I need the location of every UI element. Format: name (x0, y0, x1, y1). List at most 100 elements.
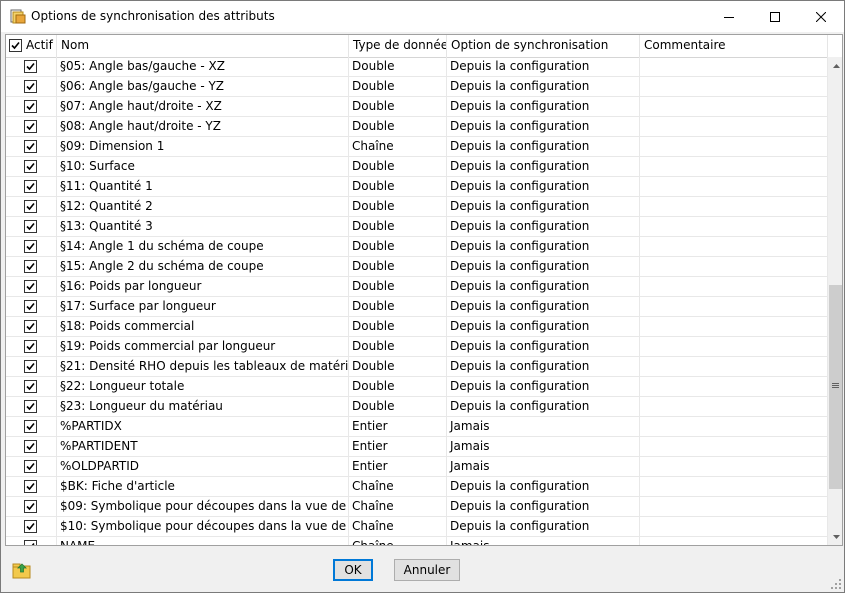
cell-nom[interactable]: §05: Angle bas/gauche - XZ (57, 57, 349, 76)
cell-type[interactable]: Double (349, 377, 447, 396)
cell-nom[interactable]: §08: Angle haut/droite - YZ (57, 117, 349, 136)
table-row[interactable]: §13: Quantité 3 Double Depuis la configura… (6, 217, 828, 237)
cell-nom[interactable]: §16: Poids par longueur (57, 277, 349, 296)
cell-comment[interactable] (640, 377, 828, 396)
cell-nom[interactable]: NAME (57, 537, 349, 545)
minimize-button[interactable] (706, 1, 752, 32)
cell-sync[interactable]: Depuis la configuration (447, 157, 640, 176)
cell-type[interactable]: Double (349, 217, 447, 236)
cell-nom[interactable]: §11: Quantité 1 (57, 177, 349, 196)
table-row[interactable]: §18: Poids commercial Double Depuis la con… (6, 317, 828, 337)
active-checkbox[interactable] (24, 140, 37, 153)
table-row[interactable]: §14: Angle 1 du schéma de coupe Double Dep… (6, 237, 828, 257)
active-checkbox[interactable] (24, 340, 37, 353)
table-row[interactable]: §10: Surface Double Depuis la configuratio… (6, 157, 828, 177)
active-checkbox[interactable] (24, 240, 37, 253)
cell-sync[interactable]: Depuis la configuration (447, 317, 640, 336)
table-row[interactable]: §12: Quantité 2 Double Depuis la configura… (6, 197, 828, 217)
cell-type[interactable]: Double (349, 317, 447, 336)
active-checkbox[interactable] (24, 540, 37, 545)
table-row[interactable]: §23: Longueur du matériau Double Depuis la… (6, 397, 828, 417)
table-row[interactable]: §07: Angle haut/droite - XZ Double Depuis … (6, 97, 828, 117)
column-header-sync[interactable]: Option de synchronisation (447, 35, 640, 57)
column-header-nom[interactable]: Nom (57, 35, 349, 57)
cell-comment[interactable] (640, 117, 828, 136)
cell-sync[interactable]: Depuis la configuration (447, 57, 640, 76)
cell-comment[interactable] (640, 97, 828, 116)
vertical-scrollbar[interactable] (828, 57, 842, 545)
active-checkbox[interactable] (24, 500, 37, 513)
cell-sync[interactable]: Depuis la configuration (447, 277, 640, 296)
cell-type[interactable]: Double (349, 177, 447, 196)
cell-comment[interactable] (640, 537, 828, 545)
active-checkbox[interactable] (24, 120, 37, 133)
cell-nom[interactable]: §13: Quantité 3 (57, 217, 349, 236)
cell-sync[interactable]: Depuis la configuration (447, 477, 640, 496)
cell-type[interactable]: Entier (349, 437, 447, 456)
cell-nom[interactable]: §17: Surface par longueur (57, 297, 349, 316)
active-checkbox[interactable] (24, 280, 37, 293)
cell-comment[interactable] (640, 497, 828, 516)
cell-comment[interactable] (640, 257, 828, 276)
cell-type[interactable]: Entier (349, 417, 447, 436)
cell-sync[interactable]: Jamais (447, 537, 640, 545)
cell-type[interactable]: Double (349, 157, 447, 176)
cell-comment[interactable] (640, 77, 828, 96)
cell-sync[interactable]: Depuis la configuration (447, 337, 640, 356)
cell-type[interactable]: Double (349, 277, 447, 296)
cell-type[interactable]: Double (349, 97, 447, 116)
cell-sync[interactable]: Depuis la configuration (447, 297, 640, 316)
cell-type[interactable]: Chaîne (349, 537, 447, 545)
table-row[interactable]: §09: Dimension 1 Chaîne Depuis la configur… (6, 137, 828, 157)
cell-type[interactable]: Entier (349, 457, 447, 476)
active-checkbox[interactable] (24, 440, 37, 453)
cell-comment[interactable] (640, 177, 828, 196)
cell-comment[interactable] (640, 357, 828, 376)
table-row[interactable]: %PARTIDENT Entier Jamais (6, 437, 828, 457)
cell-sync[interactable]: Depuis la configuration (447, 197, 640, 216)
cell-type[interactable]: Double (349, 77, 447, 96)
cell-sync[interactable]: Depuis la configuration (447, 237, 640, 256)
cell-nom[interactable]: §22: Longueur totale (57, 377, 349, 396)
active-checkbox[interactable] (24, 480, 37, 493)
resize-grip-icon[interactable] (830, 578, 842, 590)
active-checkbox[interactable] (24, 320, 37, 333)
table-row[interactable]: NAMEChaîneJamais (6, 537, 828, 545)
active-checkbox[interactable] (24, 520, 37, 533)
cell-nom[interactable]: §07: Angle haut/droite - XZ (57, 97, 349, 116)
active-checkbox[interactable] (24, 160, 37, 173)
open-folder-button[interactable] (10, 560, 34, 582)
cell-sync[interactable]: Depuis la configuration (447, 177, 640, 196)
cell-type[interactable]: Double (349, 117, 447, 136)
table-row[interactable]: §22: Longueur totale Double Depuis la conf… (6, 377, 828, 397)
active-checkbox[interactable] (24, 100, 37, 113)
active-checkbox[interactable] (24, 460, 37, 473)
cell-nom[interactable]: §18: Poids commercial (57, 317, 349, 336)
cell-comment[interactable] (640, 417, 828, 436)
cell-type[interactable]: Chaîne (349, 137, 447, 156)
cell-nom[interactable]: %PARTIDENT (57, 437, 349, 456)
select-all-checkbox[interactable] (9, 39, 22, 52)
maximize-button[interactable] (752, 1, 798, 32)
cell-sync[interactable]: Depuis la configuration (447, 77, 640, 96)
active-checkbox[interactable] (24, 380, 37, 393)
table-row[interactable]: §08: Angle haut/droite - YZ Double Depuis … (6, 117, 828, 137)
table-row[interactable]: §06: Angle bas/gauche - YZ Double Depuis l… (6, 77, 828, 97)
active-checkbox[interactable] (24, 80, 37, 93)
cell-comment[interactable] (640, 397, 828, 416)
cell-nom[interactable]: §23: Longueur du matériau (57, 397, 349, 416)
cell-type[interactable]: Double (349, 197, 447, 216)
active-checkbox[interactable] (24, 260, 37, 273)
active-checkbox[interactable] (24, 400, 37, 413)
close-button[interactable] (798, 1, 844, 32)
table-row[interactable]: $09: Symbolique pour découpes dans la vu… (6, 497, 828, 517)
active-checkbox[interactable] (24, 220, 37, 233)
active-checkbox[interactable] (24, 200, 37, 213)
cell-comment[interactable] (640, 137, 828, 156)
cell-nom[interactable]: §19: Poids commercial par longueur (57, 337, 349, 356)
table-row[interactable]: §11: Quantité 1 Double Depuis la configura… (6, 177, 828, 197)
cell-nom[interactable]: $09: Symbolique pour découpes dans la vu… (57, 497, 349, 516)
cell-comment[interactable] (640, 457, 828, 476)
cell-nom[interactable]: §09: Dimension 1 (57, 137, 349, 156)
column-header-comment[interactable]: Commentaire (640, 35, 828, 57)
